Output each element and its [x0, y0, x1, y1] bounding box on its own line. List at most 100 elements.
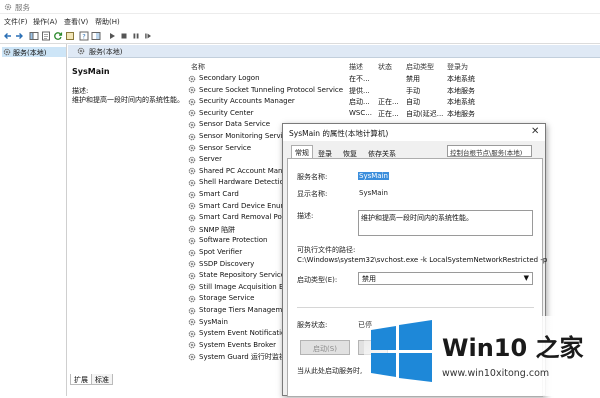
menu-bar: 文件(F) 操作(A) 查看(V) 帮助(H)	[0, 15, 600, 28]
back-arrow-icon[interactable]	[3, 31, 13, 41]
tree-node-label: 服务(本地)	[13, 49, 47, 57]
cell-status: 正在...	[378, 98, 399, 107]
gear-icon	[188, 225, 196, 233]
gear-icon	[77, 47, 85, 55]
mmc-pane-icon[interactable]	[91, 31, 101, 41]
console-path-tooltip: 控制台根节点\服务(本地)	[447, 145, 532, 157]
cell-logon-as: 本地服务	[447, 109, 475, 118]
cell-status: 正在...	[378, 109, 399, 118]
divider	[297, 307, 534, 308]
chevron-down-icon: ▼	[523, 274, 529, 282]
start-service-icon[interactable]	[107, 31, 117, 41]
executable-path-label: 可执行文件的路径:	[297, 246, 356, 254]
gear-icon	[188, 214, 196, 222]
stop-service-icon[interactable]	[119, 31, 129, 41]
column-header-logon-as[interactable]: 登录为	[447, 62, 468, 72]
service-status-label: 服务状态:	[297, 321, 328, 329]
refresh-icon[interactable]	[53, 31, 63, 41]
cell-description: 在不...	[349, 75, 370, 83]
window-title: 服务	[15, 3, 30, 12]
menu-action[interactable]: 操作(A)	[33, 17, 57, 27]
column-header-status[interactable]: 状态	[378, 62, 392, 72]
gear-icon	[188, 237, 196, 245]
cell-name: Secondary Logon	[199, 74, 260, 82]
selected-service-name: SysMain	[72, 67, 110, 76]
gear-icon	[188, 144, 196, 152]
cell-name: Secure Socket Tunneling Protocol Service	[199, 85, 344, 94]
gear-icon	[188, 179, 196, 187]
startup-type-label: 启动类型(E):	[297, 276, 338, 284]
cell-logon-as: 本地系统	[447, 75, 475, 83]
toolbar: ?	[0, 28, 600, 44]
gear-icon	[188, 260, 196, 268]
tab-standard[interactable]: 标准	[91, 374, 113, 385]
cell-name: Security Accounts Manager	[199, 97, 295, 106]
start-button[interactable]: 启动(S)	[300, 340, 350, 355]
display-name-value[interactable]: SysMain	[359, 189, 388, 197]
service-description-panel: SysMain 描述: 维护和提高一段时间内的系统性能。	[68, 58, 184, 374]
service-name-value[interactable]: SysMain	[358, 172, 389, 180]
column-header-name[interactable]: 名称	[191, 62, 205, 72]
cell-logon-as: 本地服务	[447, 86, 475, 95]
gear-icon	[188, 167, 196, 175]
gear-icon	[188, 295, 196, 303]
console-tree-icon[interactable]	[29, 31, 39, 41]
pane-header-label: 服务(本地)	[89, 48, 123, 56]
menu-help[interactable]: 帮助(H)	[95, 17, 120, 27]
properties-sheet-icon[interactable]	[41, 31, 51, 41]
gear-icon	[188, 98, 196, 106]
gear-icon	[188, 272, 196, 280]
gear-icon	[188, 307, 196, 314]
pause-service-icon[interactable]	[131, 31, 141, 41]
restart-service-icon[interactable]	[143, 31, 153, 41]
gear-icon	[188, 86, 196, 94]
menu-view[interactable]: 查看(V)	[64, 17, 88, 27]
table-row[interactable]: Secondary Logon 在不... 禁用 本地系统	[185, 73, 600, 85]
cell-description: 启动...	[349, 98, 370, 107]
win10-watermark: Win10 之家 www.win10xitong.com	[364, 316, 600, 396]
watermark-url: www.win10xitong.com	[442, 368, 550, 379]
view-tabs: 扩展 标准	[68, 374, 188, 386]
gear-icon	[188, 341, 196, 349]
cell-logon-as: 本地系统	[447, 98, 475, 107]
dialog-title: SysMain 的属性(本地计算机)	[289, 129, 389, 138]
gear-icon	[3, 48, 11, 56]
service-name-text: SysMain	[358, 172, 389, 180]
gear-icon	[188, 191, 196, 198]
gear-icon	[188, 75, 196, 82]
title-bar: 服务	[0, 0, 600, 14]
start-parameters-label: 当从此处启动服务时,	[297, 367, 363, 375]
watermark-brand: Win10 之家	[442, 334, 584, 362]
cell-startup-type: 手动	[406, 86, 420, 95]
description-box[interactable]: 维护和提高一段时间内的系统性能。	[358, 210, 533, 236]
column-header-description[interactable]: 描述	[349, 62, 363, 72]
table-row[interactable]: Security Accounts Manager 启动... 正在... 自动 本地系…	[185, 96, 600, 108]
services-window: 服务 文件(F) 操作(A) 查看(V) 帮助(H) ? 服务(本地) 服务(本…	[0, 0, 600, 397]
forward-arrow-icon[interactable]	[14, 31, 24, 41]
services-gear-icon	[4, 3, 12, 11]
menu-file[interactable]: 文件(F)	[4, 17, 28, 27]
table-row[interactable]: Security Center WSC... 正在... 自动(延迟... 本地服务	[185, 108, 600, 120]
cell-startup-type: 自动	[406, 98, 420, 107]
dialog-tabs: 常规 登录 恢复 依存关系 控制台根节点\服务(本地)	[287, 145, 543, 159]
gear-icon	[188, 353, 196, 361]
startup-type-select[interactable]: 禁用 ▼	[358, 272, 533, 285]
pane-header: 服务(本地)	[68, 45, 600, 58]
gear-icon	[188, 109, 196, 117]
help-icon[interactable]: ?	[79, 31, 89, 41]
tree-node-services-local[interactable]: 服务(本地)	[2, 47, 66, 57]
cell-name: Security Center	[199, 108, 254, 117]
export-list-icon[interactable]	[65, 31, 75, 41]
gear-icon	[188, 283, 196, 291]
executable-path-value: C:\Windows\system32\svchost.exe -k Local…	[297, 256, 548, 264]
table-row[interactable]: Secure Socket Tunneling Protocol Service…	[185, 85, 600, 97]
display-name-label: 显示名称:	[297, 190, 328, 198]
dialog-title-bar: SysMain 的属性(本地计算机) ✕	[283, 124, 545, 141]
tab-general[interactable]: 常规	[291, 145, 313, 159]
close-icon[interactable]: ✕	[531, 126, 539, 137]
column-header-startup-type[interactable]: 启动类型	[406, 62, 434, 72]
tab-extended[interactable]: 扩展	[70, 374, 92, 385]
gear-icon	[188, 318, 196, 326]
cell-description: 提供...	[349, 86, 370, 95]
startup-type-value: 禁用	[362, 275, 376, 283]
